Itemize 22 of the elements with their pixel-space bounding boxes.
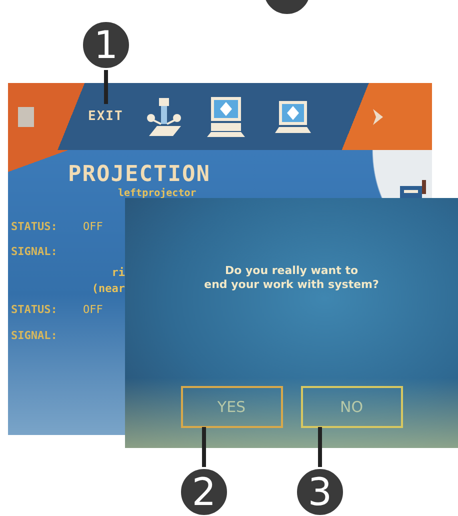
dialog-message: Do you really want to end your work with system? (204, 264, 379, 292)
device-name: leftprojector (118, 187, 196, 200)
no-button[interactable]: NO (300, 386, 402, 428)
field-label: SIGNAL: (11, 244, 58, 258)
field-label: STATUS: (11, 302, 58, 316)
yes-button[interactable]: YES (180, 386, 282, 428)
desktop-computer-icon (205, 94, 246, 138)
field-label: SIGNAL: (11, 328, 58, 342)
field-label: STATUS: (11, 220, 58, 232)
laptop-icon (273, 98, 314, 134)
callout-number: 3 (295, 467, 345, 516)
status-value: OFF (83, 220, 103, 232)
callout-number: 2 (179, 467, 229, 516)
chevron-right-icon[interactable] (371, 106, 386, 126)
status-value: OFF (83, 302, 103, 316)
exit-button[interactable]: EXIT (86, 107, 126, 126)
info-text: (near (92, 282, 125, 294)
joystick-icon (145, 96, 184, 138)
section-title: PROJECTION (68, 162, 212, 187)
info-text: ri (112, 266, 125, 278)
square-icon[interactable] (18, 106, 34, 126)
callout-number: 1 (81, 20, 131, 70)
